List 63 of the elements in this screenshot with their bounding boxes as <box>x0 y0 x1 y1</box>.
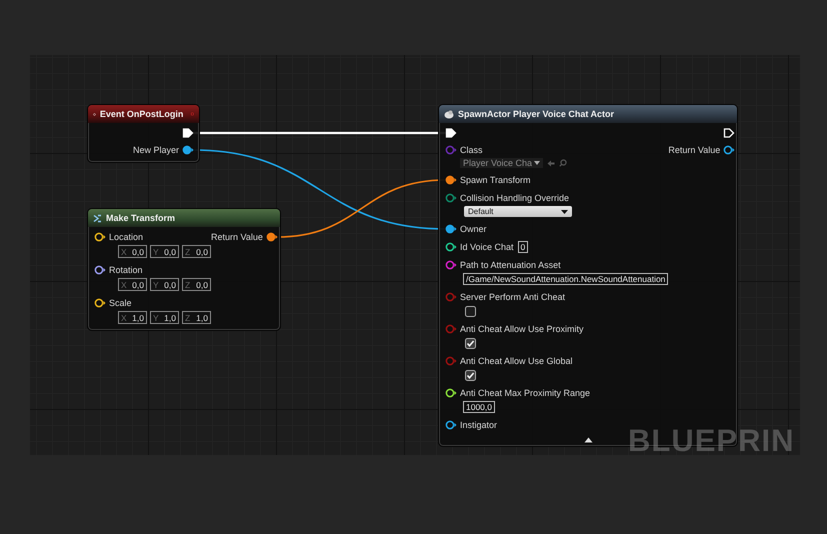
checkbox[interactable] <box>465 306 476 317</box>
caret-icon <box>561 210 568 214</box>
pin-label: Anti Cheat Allow Use Proximity <box>460 323 584 335</box>
blob-icon <box>444 110 454 118</box>
search-icon[interactable] <box>559 159 568 167</box>
vector-component-field[interactable]: Y 0,0 <box>150 245 179 258</box>
pin-icon[interactable] <box>266 232 278 242</box>
pin-label: Instigator <box>460 419 498 431</box>
pin-icon[interactable] <box>94 232 106 242</box>
vector-component-field[interactable]: X 1,0 <box>118 311 147 324</box>
vector-component-field[interactable]: X 0,0 <box>118 245 147 258</box>
pin-label: Owner <box>460 223 487 235</box>
node-title: Make Transform <box>106 212 176 224</box>
collapse-arrow-icon[interactable] <box>584 437 592 443</box>
graph-watermark-label: BLUEPRIN <box>628 423 794 459</box>
pin-label: New Player <box>132 144 179 156</box>
vector-component-field[interactable]: Z 0,0 <box>182 278 211 291</box>
pin-label: Scale <box>109 297 133 309</box>
pin-label: Collision Handling Override <box>460 192 570 204</box>
exec-pin-icon[interactable] <box>445 128 457 138</box>
node-title: Event OnPostLogin <box>100 108 184 120</box>
node-header[interactable]: Make Transform <box>88 209 280 227</box>
pin-icon[interactable] <box>94 265 106 275</box>
back-arrow-icon[interactable] <box>547 160 556 166</box>
pin-icon[interactable] <box>723 145 736 155</box>
pin-icon[interactable] <box>445 175 457 185</box>
node-header[interactable]: SpawnActor Player Voice Chat Actor <box>439 105 737 123</box>
pin-icon[interactable] <box>445 224 457 234</box>
caret-icon <box>534 161 540 165</box>
vector-component-field[interactable]: Z 0,0 <box>182 245 211 258</box>
text-field[interactable]: /Game/NewSoundAttenuation.NewSoundAttenuation <box>463 273 668 285</box>
number-field[interactable]: 0 <box>518 241 528 253</box>
dropdown[interactable]: Default <box>464 206 572 217</box>
pin-label: Anti Cheat Max Proximity Range <box>460 387 590 399</box>
pin-icon[interactable] <box>445 420 457 430</box>
exec-pin-icon[interactable] <box>182 128 194 138</box>
pin-label: Path to Attenuation Asset <box>460 259 562 271</box>
vector-component-field[interactable]: X 0,0 <box>118 278 147 291</box>
pin-icon[interactable] <box>182 145 194 155</box>
pin-label: Rotation <box>109 264 144 276</box>
class-dropdown[interactable]: Player Voice Cha <box>460 158 544 168</box>
pin-icon[interactable] <box>445 388 457 398</box>
node-header[interactable]: Event OnPostLogin <box>88 105 199 123</box>
pin-label: Location <box>109 231 144 243</box>
pin-label: Id Voice Chat <box>460 241 514 253</box>
delegate-pin-icon[interactable] <box>191 110 194 118</box>
pin-label: Spawn Transform <box>460 174 531 186</box>
pin-label: Class <box>460 144 484 156</box>
pin-label: Anti Cheat Allow Use Global <box>460 355 573 367</box>
pin-icon[interactable] <box>445 242 457 252</box>
pin-label: Return Value <box>211 231 263 243</box>
vector-component-field[interactable]: Y 1,0 <box>150 311 179 324</box>
vector-component-field[interactable]: Z 1,0 <box>182 311 211 324</box>
number-field[interactable]: 1000,0 <box>463 401 495 413</box>
node-title: SpawnActor Player Voice Chat Actor <box>458 108 614 120</box>
vector-component-field[interactable]: Y 0,0 <box>150 278 179 291</box>
function-icon <box>93 214 102 222</box>
checkbox[interactable] <box>465 370 476 381</box>
pin-icon[interactable] <box>94 298 106 308</box>
pin-label: Server Perform Anti Cheat <box>460 291 566 303</box>
pin-label: Return Value <box>668 144 720 156</box>
exec-pin-icon[interactable] <box>723 128 736 138</box>
checkbox[interactable] <box>465 338 476 349</box>
